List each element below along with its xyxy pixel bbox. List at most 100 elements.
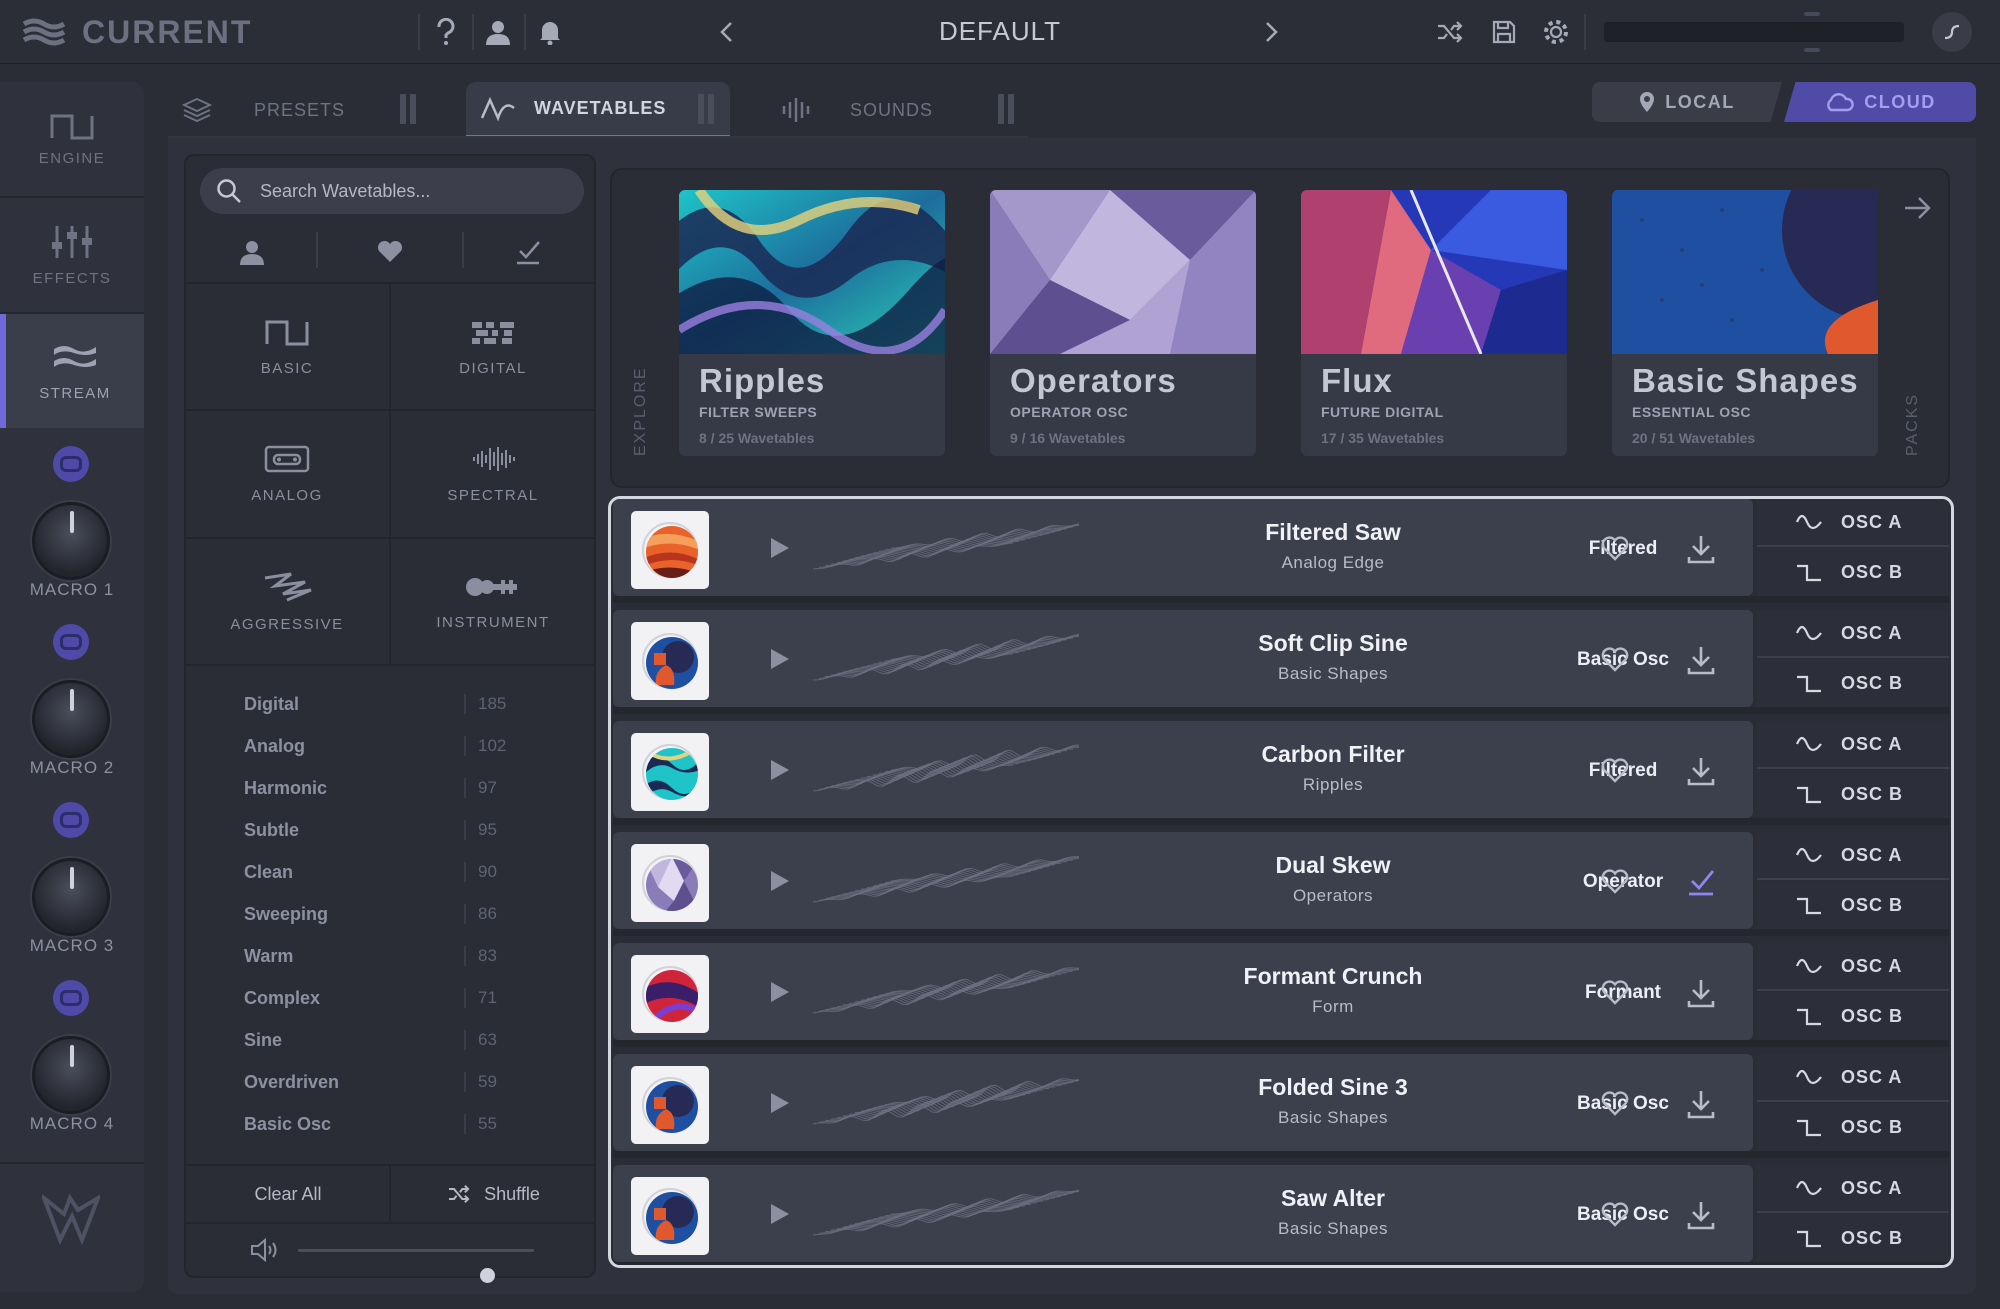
downloaded-check-icon[interactable] xyxy=(1679,860,1723,904)
load-osc-b-button[interactable]: OSC B xyxy=(1757,659,1949,707)
pack-card-flux[interactable]: Flux FUTURE DIGITAL 17 / 35 Wavetables xyxy=(1301,190,1567,456)
tab-presets[interactable]: PRESETS xyxy=(168,82,432,138)
tag-item[interactable]: Harmonic 97 xyxy=(244,770,544,806)
load-osc-b-button[interactable]: OSC B xyxy=(1757,992,1949,1040)
wavetable-row-main[interactable]: Formant Crunch Form Formant xyxy=(613,943,1753,1040)
preset-name[interactable]: DEFAULT xyxy=(840,16,1160,47)
gear-icon[interactable] xyxy=(1536,12,1576,52)
load-osc-a-button[interactable]: OSC A xyxy=(1757,832,1949,880)
load-osc-a-button[interactable]: OSC A xyxy=(1757,1165,1949,1213)
shuffle-icon[interactable] xyxy=(1430,12,1470,52)
load-osc-a-button[interactable]: OSC A xyxy=(1757,721,1949,769)
pack-card-ripples[interactable]: Ripples FILTER SWEEPS 8 / 25 Wavetables xyxy=(679,190,945,456)
play-icon[interactable] xyxy=(763,864,797,898)
filter-favorites-icon[interactable] xyxy=(370,232,410,272)
chevron-right-icon[interactable] xyxy=(1252,12,1292,52)
category-aggressive[interactable]: AGGRESSIVE xyxy=(184,539,390,665)
wavetable-thumbnail[interactable] xyxy=(631,622,709,700)
arrow-right-icon[interactable] xyxy=(1898,188,1938,228)
shuffle-button[interactable]: Shuffle xyxy=(392,1166,594,1222)
wavetable-thumbnail[interactable] xyxy=(631,511,709,589)
tag-item[interactable]: Basic Osc 55 xyxy=(244,1106,544,1142)
tag-item[interactable]: Sine 63 xyxy=(244,1022,544,1058)
macro-2-link-icon[interactable] xyxy=(53,624,89,660)
wavetable-row-main[interactable]: Dual Skew Operators Operator xyxy=(613,832,1753,929)
pack-card-operators[interactable]: Operators OPERATOR OSC 9 / 16 Wavetables xyxy=(990,190,1256,456)
play-icon[interactable] xyxy=(763,642,797,676)
wavetable-thumbnail[interactable] xyxy=(631,955,709,1033)
macro-2-knob[interactable] xyxy=(32,680,110,758)
wavetable-row-main[interactable]: Folded Sine 3 Basic Shapes Basic Osc xyxy=(613,1054,1753,1151)
load-osc-a-button[interactable]: OSC A xyxy=(1757,499,1949,547)
tag-item[interactable]: Overdriven 59 xyxy=(244,1064,544,1100)
save-icon[interactable] xyxy=(1484,12,1524,52)
bell-icon[interactable] xyxy=(530,12,570,52)
load-osc-b-button[interactable]: OSC B xyxy=(1757,881,1949,929)
download-icon[interactable] xyxy=(1679,971,1723,1015)
help-icon[interactable] xyxy=(426,12,466,52)
play-icon[interactable] xyxy=(763,753,797,787)
load-osc-b-button[interactable]: OSC B xyxy=(1757,1214,1949,1262)
search-box[interactable] xyxy=(200,168,584,214)
category-digital[interactable]: DIGITAL xyxy=(390,284,596,410)
clear-all-button[interactable]: Clear All xyxy=(186,1166,390,1222)
cloud-button[interactable]: CLOUD xyxy=(1784,82,1976,122)
macro-4-link-icon[interactable] xyxy=(53,980,89,1016)
wavetable-row[interactable]: Dual Skew Operators Operator OSC A OSC B xyxy=(613,832,1949,936)
download-icon[interactable] xyxy=(1679,1193,1723,1237)
volume-slider[interactable] xyxy=(298,1249,534,1283)
wavetable-row-main[interactable]: Carbon Filter Ripples Filtered xyxy=(613,721,1753,818)
load-osc-b-button[interactable]: OSC B xyxy=(1757,770,1949,818)
category-spectral[interactable]: SPECTRAL xyxy=(390,411,596,537)
download-icon[interactable] xyxy=(1679,638,1723,682)
wavetable-row-main[interactable]: Filtered Saw Analog Edge Filtered xyxy=(613,499,1753,596)
load-osc-a-button[interactable]: OSC A xyxy=(1757,1054,1949,1102)
play-icon[interactable] xyxy=(763,1197,797,1231)
wavetable-thumbnail[interactable] xyxy=(631,1066,709,1144)
heart-icon[interactable] xyxy=(1595,1195,1635,1235)
macro-4-knob[interactable] xyxy=(32,1036,110,1114)
wavetable-row[interactable]: Carbon Filter Ripples Filtered OSC A OSC B xyxy=(613,721,1949,825)
tag-item[interactable]: Warm 83 xyxy=(244,938,544,974)
nav-effects[interactable]: EFFECTS xyxy=(0,198,144,312)
category-instrument[interactable]: INSTRUMENT xyxy=(390,539,596,665)
wavetable-row[interactable]: Folded Sine 3 Basic Shapes Basic Osc OSC AO… xyxy=(613,1054,1949,1158)
power-icon[interactable] xyxy=(1932,12,1972,52)
tag-item[interactable]: Subtle 95 xyxy=(244,812,544,848)
volume-slider-thumb[interactable] xyxy=(479,1268,495,1283)
wavetable-row[interactable]: Formant Crunch Form Formant OSC A OSC B xyxy=(613,943,1949,1047)
wavetable-row[interactable]: Saw Alter Basic Shapes Basic Osc OSC A OSC B xyxy=(613,1165,1949,1265)
wavetable-row[interactable]: Filtered Saw Analog Edge Filtered OSC A OSC … xyxy=(613,499,1949,603)
load-osc-a-button[interactable]: OSC A xyxy=(1757,610,1949,658)
filter-mine-icon[interactable] xyxy=(232,232,272,272)
macro-1-knob[interactable] xyxy=(32,502,110,580)
play-icon[interactable] xyxy=(763,531,797,565)
user-icon[interactable] xyxy=(478,12,518,52)
heart-icon[interactable] xyxy=(1595,862,1635,902)
pack-card-basic-shapes[interactable]: Basic Shapes ESSENTIAL OSC 20 / 51 Wavet… xyxy=(1612,190,1878,456)
wavetable-thumbnail[interactable] xyxy=(631,733,709,811)
category-analog[interactable]: ANALOG xyxy=(184,411,390,537)
wavetable-thumbnail[interactable] xyxy=(631,1177,709,1255)
tag-item[interactable]: Analog 102 xyxy=(244,728,544,764)
download-icon[interactable] xyxy=(1679,749,1723,793)
play-icon[interactable] xyxy=(763,1086,797,1120)
filter-downloaded-icon[interactable] xyxy=(508,232,548,272)
heart-icon[interactable] xyxy=(1595,1084,1635,1124)
wavetable-thumbnail[interactable] xyxy=(631,844,709,922)
tab-wavetables[interactable]: WAVETABLES xyxy=(466,82,730,138)
tag-item[interactable]: Sweeping 86 xyxy=(244,896,544,932)
heart-icon[interactable] xyxy=(1595,751,1635,791)
wavetable-row-main[interactable]: Saw Alter Basic Shapes Basic Osc xyxy=(613,1165,1753,1262)
wavetable-row-main[interactable]: Soft Clip Sine Basic Shapes Basic Osc xyxy=(613,610,1753,707)
load-osc-b-button[interactable]: OSC B xyxy=(1757,1103,1949,1151)
tag-item[interactable]: Clean 90 xyxy=(244,854,544,890)
chevron-left-icon[interactable] xyxy=(706,12,746,52)
nav-engine[interactable]: ENGINE xyxy=(0,82,144,196)
search-input[interactable] xyxy=(260,180,560,202)
macro-1-link-icon[interactable] xyxy=(53,446,89,482)
nav-stream[interactable]: STREAM xyxy=(0,314,144,428)
tab-sounds[interactable]: SOUNDS xyxy=(766,82,1030,138)
category-basic[interactable]: BASIC xyxy=(184,284,390,410)
heart-icon[interactable] xyxy=(1595,529,1635,569)
